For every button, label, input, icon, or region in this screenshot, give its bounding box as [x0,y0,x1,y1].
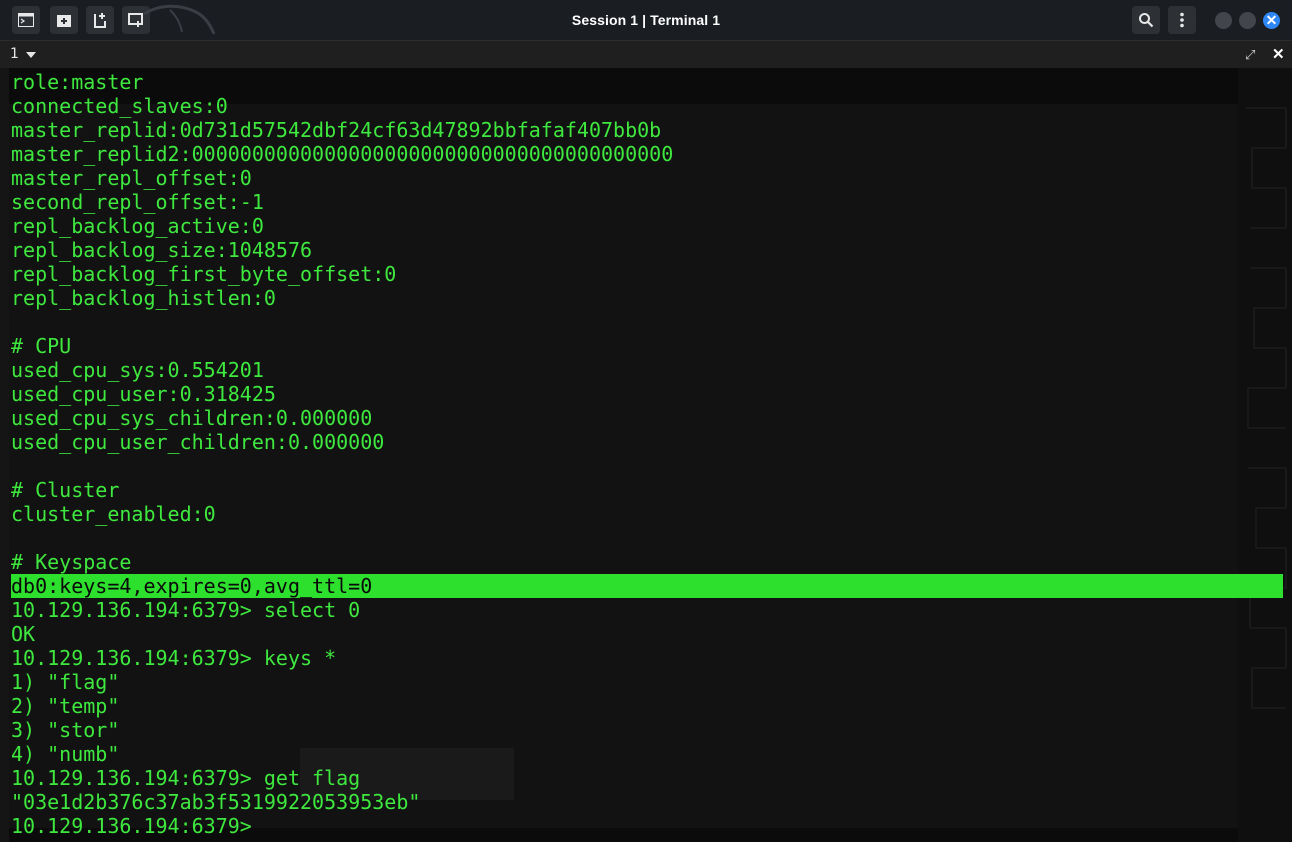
terminal-line: repl_backlog_size:1048576 [11,238,313,262]
terminal-line: used_cpu_user_children:0.000000 [11,430,385,454]
terminal-line: cluster_enabled:0 [11,502,216,526]
left-edge [0,68,9,842]
kali-dragon-logo [143,4,216,35]
terminal-line: master_replid2:0000000000000000000000000… [11,142,674,166]
terminal-output[interactable]: role:master connected_slaves:0 master_repl… [0,68,1292,842]
terminal-line: role:master [11,70,144,94]
terminal-line: # Cluster [11,478,120,502]
kebab-menu-icon[interactable] [1168,6,1196,34]
terminal-line: 1) "flag" [11,670,120,694]
terminal-line: master_replid:0d731d57542dbf24cf63d47892… [11,118,662,142]
minimize-button[interactable] [1215,12,1232,29]
terminal-line: # Keyspace [11,550,132,574]
new-tab-icon[interactable] [50,6,78,34]
terminal-line: db0:keys=4,expires=0,avg_ttl=0 [11,574,1283,598]
terminal-line: second_repl_offset:-1 [11,190,264,214]
maximize-button[interactable] [1239,12,1256,29]
terminal-line: "03e1d2b376c37ab3f5319922053953eb" [11,790,421,814]
chevron-down-icon[interactable] [26,52,36,58]
terminal-line: master_repl_offset:0 [11,166,252,190]
terminal-line: 3) "stor" [11,718,120,742]
terminal-line: 2) "temp" [11,694,120,718]
close-window-button[interactable]: ✕ [1263,12,1280,29]
terminal-line: OK [11,622,36,646]
maximize-terminal-icon[interactable]: ⤢ [1245,47,1255,63]
terminal-line: 10.129.136.194:6379> keys * [11,646,337,670]
terminal-line: repl_backlog_first_byte_offset:0 [11,262,397,286]
tab-bar: 1 ⤢ ✕ [0,40,1292,69]
terminal-line: repl_backlog_active:0 [11,214,264,238]
terminal-lines: role:master connected_slaves:0 master_repl… [11,70,1283,838]
split-terminal-icon[interactable] [86,6,114,34]
terminal-line: 10.129.136.194:6379> select 0 [11,598,361,622]
close-terminal-icon[interactable]: ✕ [1272,45,1285,63]
terminal-line: used_cpu_sys_children:0.000000 [11,406,373,430]
terminal-line: used_cpu_sys:0.554201 [11,358,264,382]
terminal-line: 4) "numb" [11,742,120,766]
terminal-line: used_cpu_user:0.318425 [11,382,276,406]
tab-selector[interactable]: 1 [10,46,19,62]
terminal-line: 10.129.136.194:6379> get flag [11,766,361,790]
terminal-line: repl_backlog_histlen:0 [11,286,276,310]
close-icon: ✕ [1265,12,1278,28]
terminal-menu-icon[interactable] [12,6,40,34]
search-icon[interactable] [1132,6,1160,34]
terminal-line: connected_slaves:0 [11,94,228,118]
terminal-line: 10.129.136.194:6379> [11,814,264,838]
title-bar: Session 1 | Terminal 1 ✕ [0,0,1292,40]
terminal-line: # CPU [11,334,72,358]
